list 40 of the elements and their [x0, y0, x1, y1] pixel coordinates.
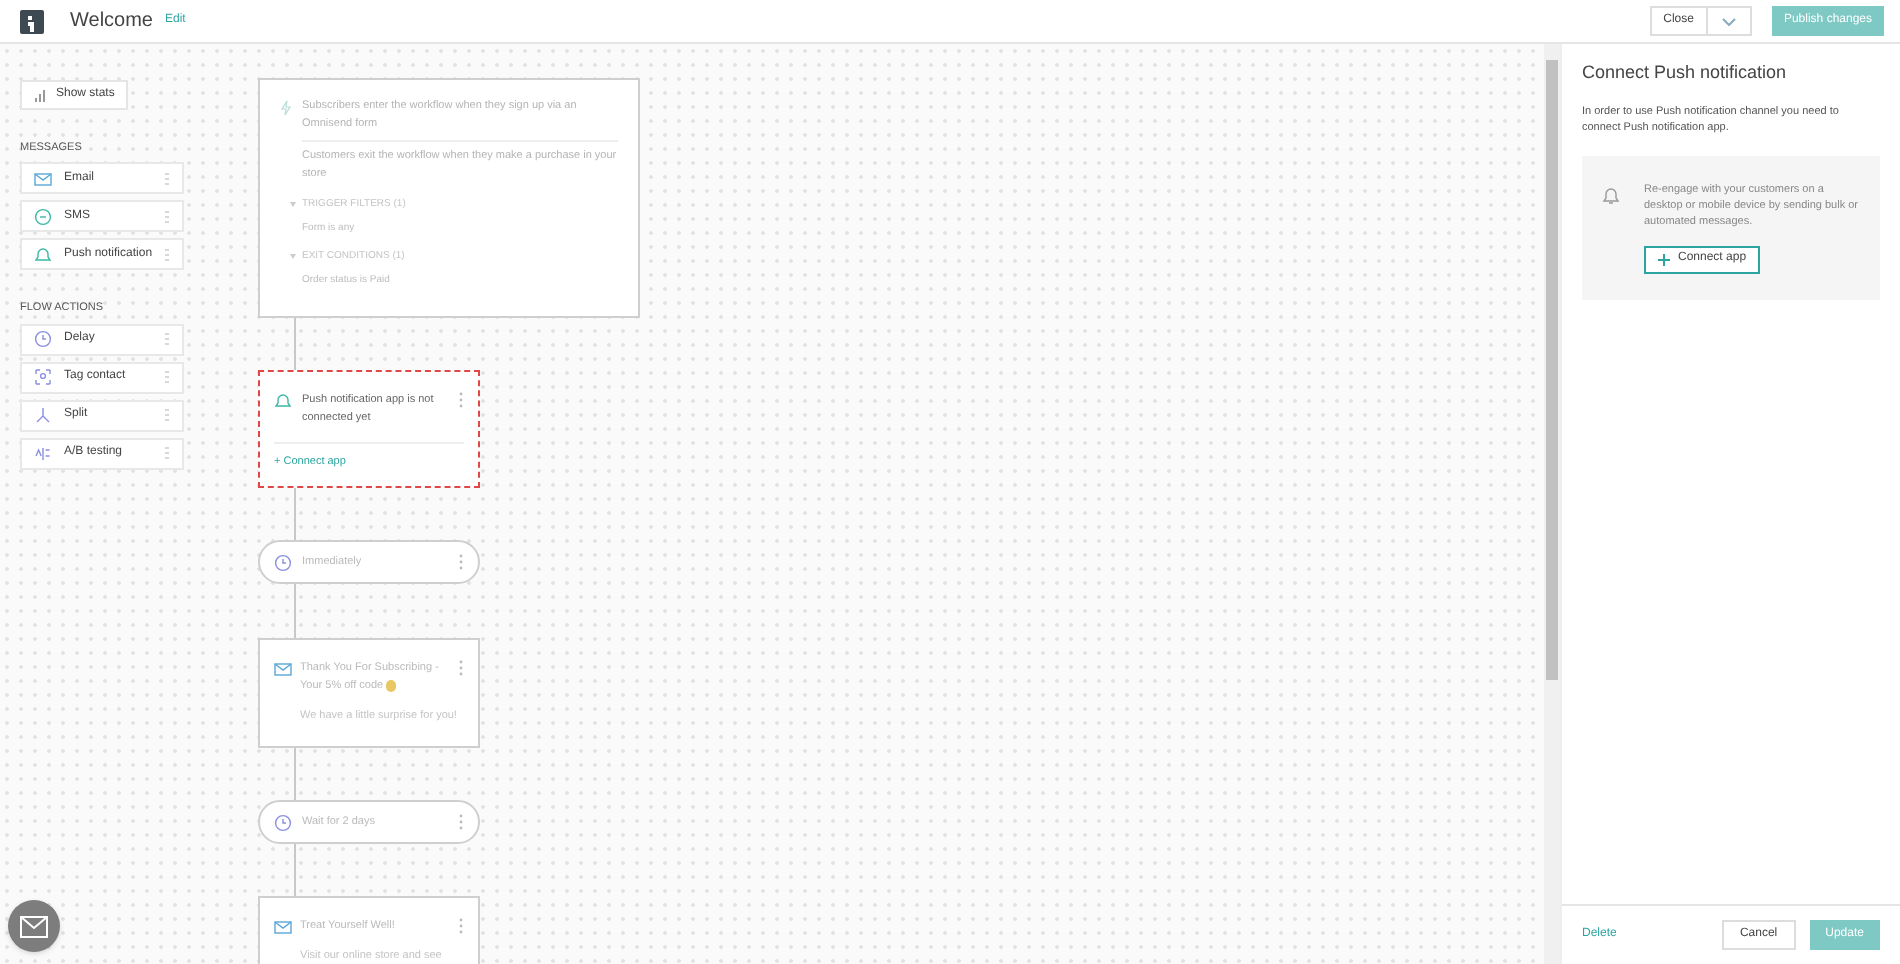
person-frame-icon: [34, 368, 52, 386]
drag-handle-icon: [164, 171, 170, 186]
scrollbar-thumb[interactable]: [1546, 60, 1558, 680]
trigger-card[interactable]: [258, 78, 640, 318]
more-icon[interactable]: [458, 660, 464, 676]
more-icon[interactable]: [458, 554, 464, 570]
split-arrow-icon: [34, 406, 52, 424]
more-icon[interactable]: [458, 392, 464, 408]
ab-icon: [34, 444, 52, 462]
bell-icon: [34, 245, 52, 264]
scrollbar[interactable]: [1544, 44, 1560, 964]
plus-icon: [1658, 253, 1670, 265]
triangle-icon[interactable]: [290, 254, 296, 261]
drag-handle-icon: [164, 446, 170, 460]
bar-chart-icon: [34, 89, 46, 101]
bell-icon: [274, 392, 292, 410]
drag-handle-icon: [164, 332, 170, 346]
bell-icon: [1602, 185, 1620, 205]
more-icon[interactable]: [458, 918, 464, 934]
message-button[interactable]: [8, 900, 60, 952]
page-title: Welcome: [70, 8, 153, 36]
lightning-icon: [280, 100, 292, 116]
panel-title: Connect Push notification: [1582, 60, 1789, 86]
drag-handle-icon: [164, 209, 170, 224]
triangle-icon[interactable]: [290, 202, 296, 209]
clock-icon: [274, 813, 292, 831]
drag-handle-icon: [164, 247, 171, 262]
more-icon[interactable]: [458, 814, 464, 830]
chat-icon: [34, 207, 52, 226]
clock-icon: [34, 330, 52, 348]
drag-handle-icon: [164, 408, 170, 422]
envelope-icon: [274, 660, 292, 678]
caret-icon: [1721, 17, 1736, 25]
clock-icon: [274, 553, 292, 571]
envelope-icon: [20, 915, 48, 937]
envelope-icon: [34, 169, 52, 188]
drag-handle-icon: [164, 370, 170, 384]
emoji-icon: [385, 679, 396, 692]
envelope-icon: [274, 918, 292, 936]
logo-icon: [20, 9, 44, 33]
